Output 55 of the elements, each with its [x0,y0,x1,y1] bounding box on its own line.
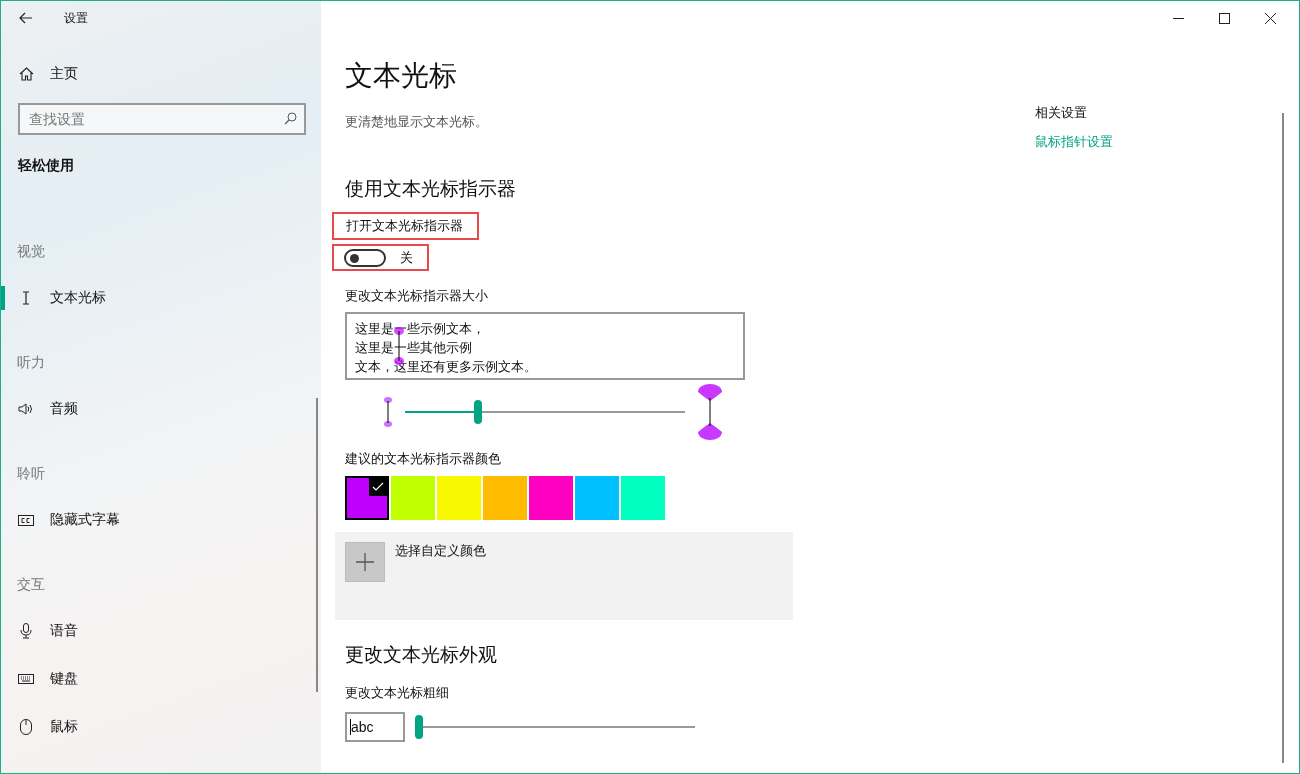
section-heading: 更改文本光标外观 [345,643,498,667]
large-indicator-icon [697,384,723,440]
plus-icon [356,553,374,571]
page-subtitle: 更清楚地显示文本光标。 [345,113,489,131]
color-swatch[interactable] [621,476,665,520]
section-heading: 使用文本光标指示器 [345,177,517,201]
group-heading: 交互 [16,576,46,594]
microphone-icon [18,623,34,639]
mouse-icon [18,719,34,735]
group-heading: 聆听 [16,465,46,483]
sample-text-line: 文本，这里还有更多示例文本。 [355,358,538,376]
toggle-state: 关 [400,248,413,267]
toggle-label: 打开文本光标指示器 [346,217,463,235]
color-swatch[interactable] [391,476,435,520]
section-title: 轻松使用 [17,157,75,175]
slider-thumb[interactable] [473,400,482,424]
color-swatch[interactable] [483,476,527,520]
window-title: 设置 [64,9,88,27]
group-heading: 视觉 [16,243,46,261]
home-link[interactable]: 主页 [50,65,78,83]
nav-item[interactable]: 键盘 [1,655,321,703]
nav-item[interactable]: 隐藏式字幕 [1,496,321,544]
field-label: 更改文本光标粗细 [345,684,450,702]
field-label: 更改文本光标指示器大小 [345,287,489,305]
related-heading: 相关设置 [1035,104,1088,122]
page-title: 文本光标 [345,59,458,93]
slider-thumb[interactable] [415,715,423,739]
sample-text-line: 这里是一些其他示例 [355,339,473,357]
maximize-icon[interactable] [1219,12,1230,24]
close-icon[interactable] [1265,12,1276,24]
color-swatch[interactable] [575,476,619,520]
nav-item[interactable]: 鼠标 [1,703,321,751]
speaker-icon [18,402,34,416]
back-arrow-icon[interactable] [19,12,33,24]
keyboard-icon [18,674,34,684]
size-slider[interactable] [405,400,685,424]
field-label: 建议的文本光标指示器颜色 [345,450,502,468]
color-swatch[interactable] [529,476,573,520]
thickness-preview-box: abc [345,712,405,742]
nav-item[interactable]: 音频 [1,385,321,433]
color-swatch[interactable] [437,476,481,520]
color-swatch[interactable] [345,476,389,520]
toggle-switch[interactable] [344,248,386,267]
add-color-button[interactable] [345,542,385,582]
search-field[interactable]: 查找设置 [18,103,306,135]
search-icon [284,112,297,125]
custom-color-label[interactable]: 选择自定义颜色 [395,542,486,560]
group-heading: 听力 [16,354,46,372]
home-icon [19,67,34,81]
checkmark-icon [369,478,387,496]
captions-icon [18,514,34,526]
minimize-icon[interactable] [1173,17,1184,19]
nav-item[interactable]: 语音 [1,607,321,655]
nav-item[interactable]: 文本光标 [1,274,321,322]
small-indicator-icon [383,397,393,427]
